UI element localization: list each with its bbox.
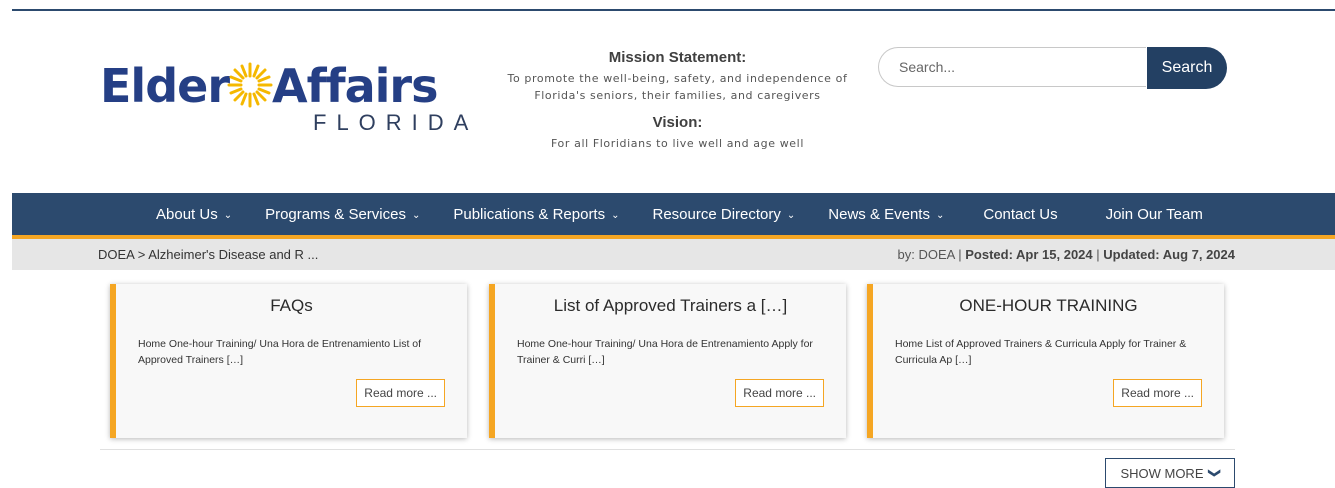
nav-item-label: Programs & Services (265, 205, 406, 223)
card-approved-trainers: List of Approved Trainers a […] Home One… (489, 284, 846, 438)
main-nav: About Us ⌄ Programs & Services ⌄ Publica… (12, 193, 1335, 239)
chevron-down-icon: ❯ (1207, 467, 1222, 479)
post-meta: by: DOEA | Posted: Apr 15, 2024 | Update… (898, 247, 1235, 262)
card-excerpt: Home One-hour Training/ Una Hora de Entr… (138, 338, 422, 366)
show-more-label: SHOW MORE (1120, 465, 1204, 481)
nav-item-label: About Us (156, 205, 218, 223)
mission-text: To promote the well-being, safety, and i… (507, 72, 848, 102)
breadcrumb-current: Alzheimer's Disease and R ... (148, 247, 319, 262)
chevron-down-icon: ⌄ (223, 209, 233, 221)
breadcrumb-home-link[interactable]: DOEA (98, 247, 134, 262)
nav-item-label: Join Our Team (1105, 205, 1203, 223)
show-more-button[interactable]: SHOW MORE ❯ (1105, 458, 1235, 488)
search-button[interactable]: Search (1147, 47, 1227, 89)
card-title[interactable]: List of Approved Trainers a […] (495, 296, 846, 316)
breadcrumb: DOEA > Alzheimer's Disease and R ... (98, 247, 318, 262)
chevron-down-icon: ⌄ (935, 209, 945, 221)
chevron-down-icon: ⌄ (411, 209, 421, 221)
nav-item-programs-services[interactable]: Programs & Services ⌄ (265, 206, 420, 223)
read-more-button[interactable]: Read more ... (1113, 379, 1202, 407)
search-form: Search (878, 47, 1228, 89)
nav-item-join-our-team[interactable]: Join Our Team (1106, 206, 1203, 223)
nav-item-about-us[interactable]: About Us ⌄ (156, 206, 232, 223)
posted-date: Posted: Apr 15, 2024 (965, 247, 1093, 262)
card-title[interactable]: FAQs (116, 296, 467, 316)
chevron-down-icon: ⌄ (611, 209, 620, 221)
author-label: by: DOEA (897, 247, 955, 262)
nav-item-label: News & Events (828, 205, 930, 223)
card-excerpt: Home List of Approved Trainers & Curricu… (895, 338, 1187, 366)
card-title[interactable]: ONE-HOUR TRAINING (873, 296, 1224, 316)
vision-heading: Vision: (652, 114, 703, 131)
read-more-button[interactable]: Read more ... (356, 379, 445, 407)
sun-icon (227, 62, 273, 108)
read-more-button[interactable]: Read more ... (735, 379, 824, 407)
vision-text: For all Floridians to live well and age … (551, 137, 804, 150)
nav-item-contact-us[interactable]: Contact Us (983, 206, 1057, 223)
mission-heading: Mission Statement: (608, 49, 747, 66)
meta-separator: | (1096, 247, 1100, 262)
updated-date: Updated: Aug 7, 2024 (1103, 247, 1235, 262)
section-divider (100, 449, 1235, 450)
nav-item-label: Contact Us (983, 205, 1058, 223)
nav-item-publications-reports[interactable]: Publications & Reports ⌄ (453, 206, 619, 223)
logo-subtitle: FLORIDA (313, 110, 479, 135)
top-rule (12, 9, 1335, 11)
nav-item-resource-directory[interactable]: Resource Directory ⌄ (653, 206, 796, 223)
nav-item-label: Resource Directory (652, 205, 781, 223)
mission-block: Mission Statement: To promote the well-b… (490, 49, 865, 152)
logo-word-affairs: Affairs (272, 59, 438, 113)
nav-item-label: Publications & Reports (453, 205, 606, 223)
card-faqs: FAQs Home One-hour Training/ Una Hora de… (110, 284, 467, 438)
chevron-down-icon: ⌄ (786, 209, 796, 221)
meta-separator: | (958, 247, 962, 262)
card-excerpt: Home One-hour Training/ Una Hora de Entr… (517, 338, 813, 366)
logo-word-elder: Elder (100, 59, 230, 113)
nav-item-news-events[interactable]: News & Events ⌄ (828, 206, 944, 223)
breadcrumb-separator: > (137, 247, 146, 262)
breadcrumb-bar: DOEA > Alzheimer's Disease and R ... by:… (12, 239, 1335, 270)
card-one-hour-training: ONE-HOUR TRAINING Home List of Approved … (867, 284, 1224, 438)
search-input[interactable] (878, 47, 1146, 87)
site-logo[interactable]: Elder Affairs FLORIDA (100, 58, 480, 138)
